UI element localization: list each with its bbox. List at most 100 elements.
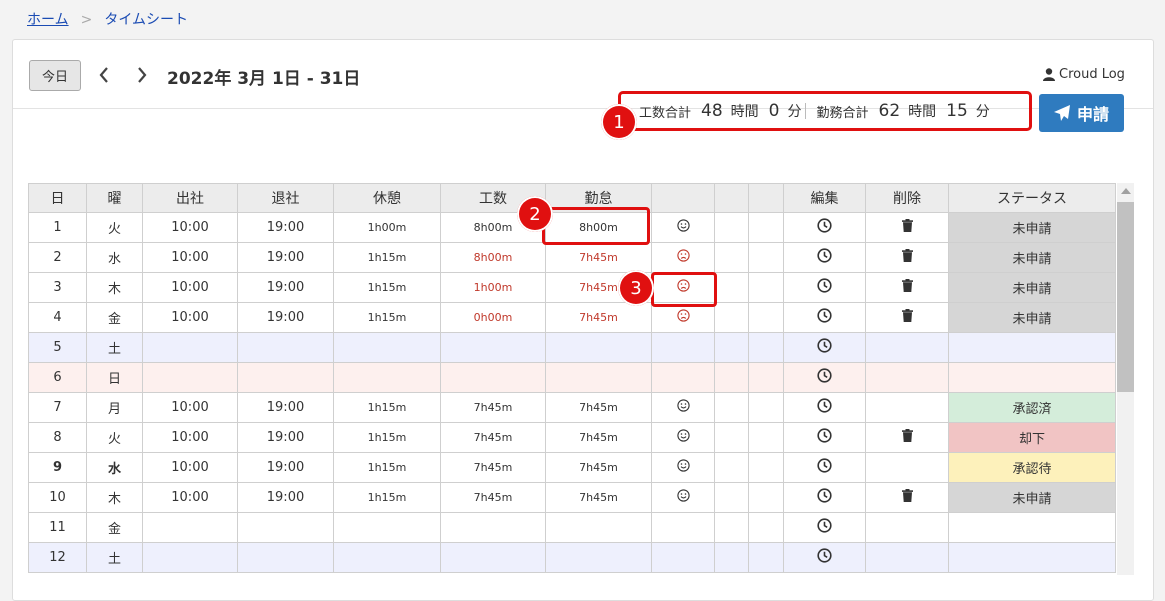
table-row: 12 土 [28,542,1116,573]
cell-edit[interactable] [783,272,866,303]
cell-edit[interactable] [783,452,866,483]
scroll-up-arrow-icon[interactable] [1121,188,1131,194]
cell-edit[interactable] [783,302,866,333]
cell-face [651,212,715,243]
cell-dow: 日 [86,362,143,393]
table-row: 4 金 10:00 19:00 1h15m 0h00m 7h45m 未申請 [28,302,1116,333]
breadcrumb-home-link[interactable]: ホーム [27,12,69,28]
trash-icon[interactable] [901,249,913,262]
cell-delete[interactable] [865,242,949,273]
clock-icon[interactable] [817,398,832,413]
cell-empty [714,512,749,543]
cell-edit[interactable] [783,422,866,453]
scroll-thumb[interactable] [1117,202,1134,392]
cell-edit[interactable] [783,392,866,423]
cell-day: 1 [28,212,87,243]
trash-icon[interactable] [901,489,913,502]
cell-out: 19:00 [237,242,334,273]
cell-work: 7h45m [440,452,546,483]
status-badge [948,332,1116,363]
today-button[interactable]: 今日 [29,60,81,91]
cell-work [440,362,546,393]
cell-delete[interactable] [865,422,949,453]
cell-delete[interactable] [865,272,949,303]
clock-icon[interactable] [817,518,832,533]
smile-face-icon [676,489,690,502]
cell-face [651,362,715,393]
clock-icon[interactable] [817,458,832,473]
cell-delete[interactable] [865,482,949,513]
trash-icon[interactable] [901,279,913,292]
highlight-attend-cell [542,207,650,245]
cell-dow: 木 [86,482,143,513]
cell-day: 9 [28,452,87,483]
trash-icon[interactable] [901,309,913,322]
cell-day: 11 [28,512,87,543]
cell-day: 3 [28,272,87,303]
clock-icon[interactable] [817,488,832,503]
clock-icon[interactable] [817,248,832,263]
breadcrumb-current: タイムシート [104,12,189,28]
work-total-label: 工数合計 [639,105,692,121]
cell-delete [865,452,949,483]
next-month-icon[interactable] [135,64,149,86]
cell-attend: 7h45m [545,242,652,273]
trash-icon[interactable] [901,219,913,232]
table-row: 10 木 10:00 19:00 1h15m 7h45m 7h45m 未申請 [28,482,1116,513]
table-row: 5土 [28,332,1116,363]
cell-dow: 月 [86,392,143,423]
cell-edit[interactable] [783,242,866,273]
cell-face [651,482,715,513]
sad-face-icon [676,249,690,262]
cell-face [651,392,715,423]
cell-edit[interactable] [783,212,866,243]
cell-dow: 金 [86,302,143,333]
cell-break [333,332,441,363]
cell-edit[interactable] [783,362,866,393]
clock-icon[interactable] [817,218,832,233]
cell-in: 10:00 [142,302,238,333]
cell-edit[interactable] [783,482,866,513]
attend-min-unit: 分 [975,104,990,120]
column-header-4: 休憩 [333,183,441,213]
date-range-title: 2022年 3月 1日 - 31日 [167,69,361,89]
clock-icon[interactable] [817,338,832,353]
cell-delete [865,392,949,423]
column-header-7 [651,183,715,213]
clock-icon[interactable] [817,278,832,293]
attend-total-hours: 62 [878,101,901,121]
clock-icon[interactable] [817,308,832,323]
cell-out [237,332,334,363]
cell-out: 19:00 [237,482,334,513]
cell-break: 1h15m [333,392,441,423]
cell-empty [748,302,784,333]
cell-out: 19:00 [237,392,334,423]
user-name: Croud Log [1059,67,1125,82]
cell-delete[interactable] [865,302,949,333]
cell-in: 10:00 [142,452,238,483]
trash-icon[interactable] [901,429,913,442]
prev-month-icon[interactable] [97,64,111,86]
apply-button[interactable]: 申請 [1039,94,1124,132]
cell-face [651,422,715,453]
table-row: 2 水 10:00 19:00 1h15m 8h00m 7h45m 未申請 [28,242,1116,273]
cell-delete[interactable] [865,212,949,243]
cell-dow: 土 [86,542,143,573]
table-row: 7 月 10:00 19:00 1h15m 7h45m 7h45m 承認済 [28,392,1116,423]
clock-icon[interactable] [817,548,832,563]
cell-dow: 土 [86,332,143,363]
status-badge: 未申請 [948,242,1116,273]
cell-work [440,512,546,543]
cell-edit[interactable] [783,512,866,543]
clock-icon[interactable] [817,428,832,443]
user-menu[interactable]: Croud Log [1043,67,1125,82]
cell-break: 1h15m [333,482,441,513]
status-badge: 未申請 [948,302,1116,333]
cell-in: 10:00 [142,242,238,273]
cell-break: 1h15m [333,242,441,273]
clock-icon[interactable] [817,368,832,383]
cell-edit[interactable] [783,332,866,363]
cell-edit[interactable] [783,542,866,573]
cell-work: 8h00m [440,242,546,273]
cell-empty [714,482,749,513]
